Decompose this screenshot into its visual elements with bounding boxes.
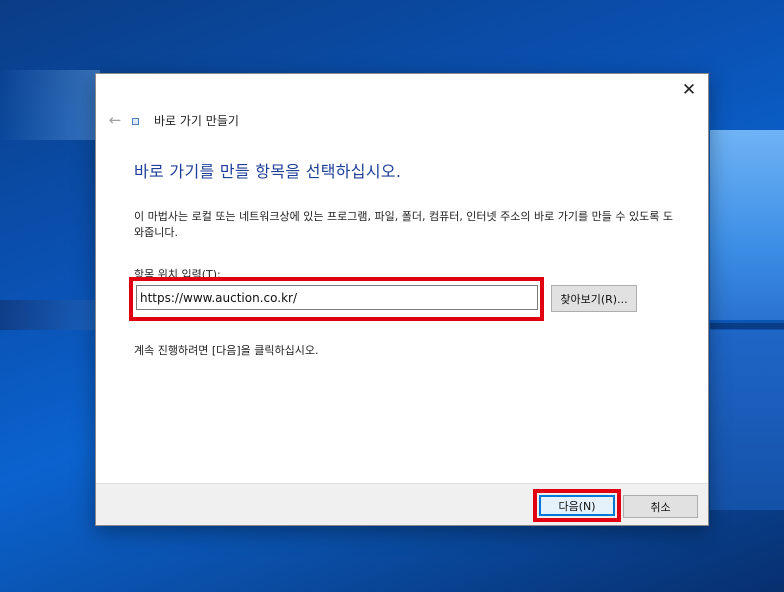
dialog-title: 바로 가기 만들기 (154, 114, 239, 128)
create-shortcut-dialog: ✕ ← 바로 가기 만들기 바로 가기를 만들 항목을 선택하십시오. 이 마법… (95, 73, 709, 526)
location-input[interactable] (136, 285, 538, 310)
shortcut-icon (132, 118, 139, 125)
window-pane-divider (710, 323, 784, 329)
close-icon[interactable]: ✕ (676, 78, 702, 102)
light-beam (0, 70, 100, 140)
continue-instruction: 계속 진행하려면 [다음]을 클릭하십시오. (134, 344, 319, 357)
next-button[interactable]: 다음(N) (539, 495, 615, 516)
browse-button[interactable]: 찾아보기(R)... (551, 285, 637, 312)
back-arrow-icon[interactable]: ← (104, 110, 126, 130)
cancel-button[interactable]: 취소 (623, 495, 698, 518)
light-beam (0, 300, 100, 330)
wizard-description: 이 마법사는 로컬 또는 네트워크상에 있는 프로그램, 파일, 폴더, 컴퓨터… (134, 210, 673, 239)
window-pane-decoration (710, 330, 784, 510)
page-heading: 바로 가기를 만들 항목을 선택하십시오. (134, 162, 402, 181)
window-pane-decoration (710, 130, 784, 320)
